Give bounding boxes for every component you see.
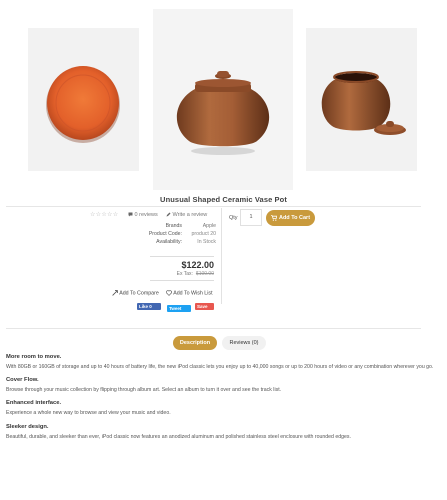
description-panel: More room to move. With 80GB or 160GB of…: [6, 354, 436, 441]
tab-description[interactable]: Description: [173, 336, 217, 350]
add-to-wishlist-link[interactable]: Add To Wish List: [166, 290, 213, 296]
twitter-tweet-button[interactable]: Tweet: [167, 305, 191, 312]
orange-plate-image: [46, 66, 120, 143]
brown-lidded-pot-image: [176, 71, 270, 155]
description-heading: Enhanced interface.: [6, 400, 62, 407]
comment-icon: [128, 212, 133, 217]
reviews-link[interactable]: 0 reviews: [128, 212, 158, 218]
add-to-compare-link[interactable]: Add To Compare: [112, 290, 159, 296]
product-thumbnail-open-pot[interactable]: [306, 28, 417, 171]
description-paragraph: Experience a whole new way to browse and…: [6, 410, 171, 417]
write-review-label: Write a review: [172, 212, 208, 218]
ex-tax-label: Ex Tax:: [176, 271, 193, 277]
product-code-value: product 20: [191, 231, 216, 237]
pinterest-save-button[interactable]: Save: [195, 303, 214, 310]
add-to-cart-button[interactable]: Add To Cart: [266, 210, 315, 226]
spec-key-availability: Availability:: [156, 239, 182, 245]
rating-stars: ☆☆☆☆☆: [90, 212, 119, 218]
description-heading: Sleeker design.: [6, 423, 49, 430]
product-title: Unusual Shaped Ceramic Vase Pot: [160, 195, 287, 204]
spec-keys: Brands Product Code: Availability:: [132, 223, 182, 249]
quantity-input[interactable]: 1: [240, 209, 262, 226]
compare-arrows-icon: [112, 290, 118, 296]
product-gallery: [0, 0, 447, 195]
price-divider-top: [150, 256, 214, 257]
availability-value: In Stock: [197, 239, 216, 245]
description-paragraph: With 80GB or 160GB of storage and up to …: [6, 364, 434, 370]
facebook-like-button[interactable]: Like 0: [137, 303, 161, 310]
brand-link[interactable]: Apple: [203, 223, 216, 229]
divider: [6, 328, 421, 329]
spec-key-brand: Brands: [165, 223, 182, 229]
spec-key-code: Product Code:: [148, 231, 182, 237]
brown-pot-with-lid-beside-image: [321, 71, 406, 135]
reviews-link-label: 0 reviews: [134, 212, 158, 218]
divider: [6, 206, 421, 207]
tab-reviews[interactable]: Reviews (0): [222, 336, 266, 350]
product-thumbnail-plate[interactable]: [28, 28, 139, 171]
cart-icon: [270, 214, 278, 221]
qty-label: Qty: [229, 215, 238, 221]
description-heading: More room to move.: [6, 354, 62, 360]
price-current: $122.00: [181, 260, 214, 270]
description-heading: Cover Flow.: [6, 377, 39, 384]
ex-tax-value: $100.00: [195, 271, 214, 277]
price-ex-tax: Ex Tax: $100.00: [150, 271, 214, 277]
pencil-icon: [166, 212, 171, 217]
write-review-link[interactable]: Write a review: [166, 212, 207, 218]
add-to-compare-label: Add To Compare: [119, 290, 159, 297]
description-paragraph: Beautiful, durable, and sleeker than eve…: [6, 433, 351, 440]
spec-values: Apple product 20 In Stock: [186, 223, 216, 249]
column-divider: [221, 208, 222, 304]
heart-icon: [166, 290, 172, 296]
product-main-image[interactable]: [153, 9, 293, 190]
description-paragraph: Browse through your music collection by …: [6, 387, 282, 394]
rating-row: ☆☆☆☆☆ 0 reviews Write a review: [90, 211, 215, 220]
add-to-wishlist-label: Add To Wish List: [173, 290, 213, 297]
add-to-cart-label: Add To Cart: [278, 215, 311, 221]
price-divider-bottom: [150, 280, 214, 281]
